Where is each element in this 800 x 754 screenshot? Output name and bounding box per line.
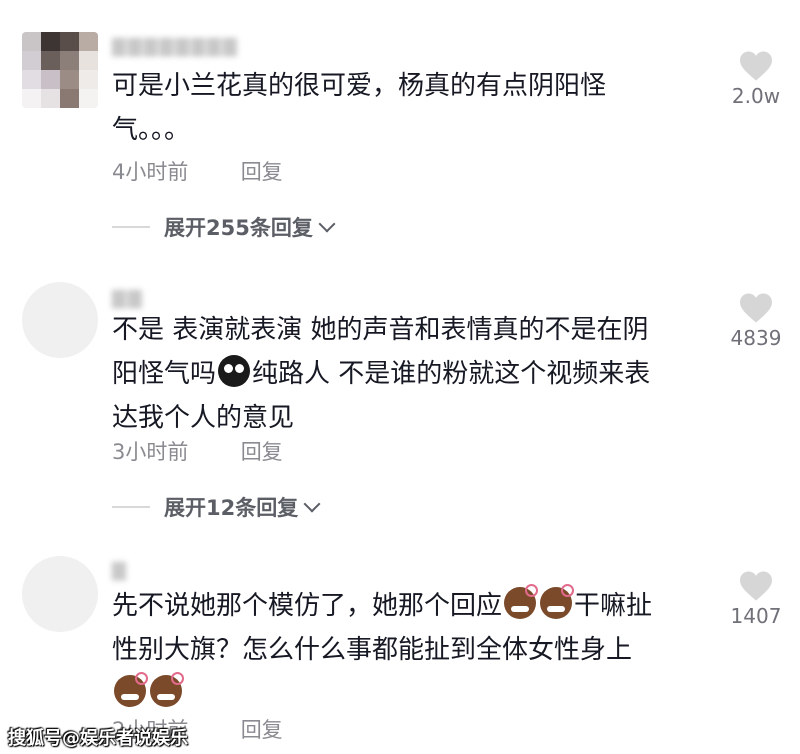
like-button[interactable]: 2.0w (724, 50, 788, 108)
avatar[interactable] (22, 556, 98, 632)
comment-text-line (112, 672, 707, 716)
watermark: 搜狐号@娱乐者说娱乐 (8, 728, 188, 749)
like-count: 2.0w (731, 84, 781, 108)
reply-button[interactable]: 回复 (241, 436, 283, 466)
username[interactable]: ▇ (112, 560, 312, 582)
timestamp: 3小时前 (112, 440, 189, 464)
comment-text-segment: 纯路人 不是谁的粉就这个视频来表 (252, 359, 651, 389)
heart-icon (740, 293, 772, 323)
like-button[interactable]: 1407 (724, 570, 788, 628)
comment-text: 不是 表演就表演 她的声音和表情真的不是在阴 阳怪气吗 纯路人 不是谁的粉就这个视… (112, 308, 707, 440)
expand-replies-button[interactable]: 展开12条回复 (112, 492, 321, 522)
grin-face-emoji (540, 584, 575, 619)
heart-icon (740, 51, 772, 81)
comment-text: 先不说她那个模仿了，她那个回应 干嘛扯 性别大旗？怎么什么事都能扯到全体女性身上 (112, 584, 707, 716)
comment-text-line: 达我个人的意见 (112, 403, 295, 433)
grin-face-emoji (150, 672, 184, 707)
reply-button[interactable]: 回复 (241, 156, 283, 186)
comment-text-segment: 阳怪气吗 (112, 359, 217, 389)
expand-replies-label: 展开255条回复 (164, 216, 313, 240)
comment-meta: 4小时前 回复 (112, 156, 283, 186)
timestamp: 4小时前 (112, 160, 189, 184)
comment-meta: 3小时前 回复 (112, 436, 283, 466)
chevron-down-icon (303, 495, 321, 513)
comment-text-line: 不是 表演就表演 她的声音和表情真的不是在阴 (112, 315, 649, 345)
chevron-down-icon (318, 215, 336, 233)
expand-replies-button[interactable]: 展开255条回复 (112, 212, 336, 242)
username[interactable]: ▇▇ (112, 288, 312, 310)
divider (112, 506, 150, 508)
heart-icon (740, 571, 772, 601)
reply-button[interactable]: 回复 (241, 714, 283, 744)
comment-text-line: 气。。。 (112, 115, 191, 145)
grin-face-emoji (504, 584, 539, 619)
comment-text: 可是小兰花真的很可爱，杨真的有点阴阳怪 气。。。 (112, 64, 707, 152)
avatar[interactable] (22, 32, 98, 108)
comment-text-line: 阳怪气吗 纯路人 不是谁的粉就这个视频来表 (112, 352, 707, 396)
comment-text-segment: 干嘛扯 (574, 591, 653, 621)
like-button[interactable]: 4839 (724, 292, 788, 350)
comment-text-line: 性别大旗？怎么什么事都能扯到全体女性身上 (112, 635, 633, 665)
sweat-face-emoji (218, 355, 251, 387)
like-count: 4839 (730, 326, 782, 350)
comment-text-segment: 先不说她那个模仿了，她那个回应 (112, 591, 503, 621)
avatar[interactable] (22, 282, 98, 358)
expand-replies-label: 展开12条回复 (164, 496, 299, 520)
comment-text-line: 先不说她那个模仿了，她那个回应 干嘛扯 (112, 584, 707, 628)
grin-face-emoji (114, 672, 148, 707)
comment-text-line: 可是小兰花真的很可爱，杨真的有点阴阳怪 (112, 71, 607, 101)
like-count: 1407 (730, 604, 782, 628)
username[interactable]: ▇▇▇▇▇▇▇▇ (112, 36, 312, 58)
divider (112, 226, 150, 228)
